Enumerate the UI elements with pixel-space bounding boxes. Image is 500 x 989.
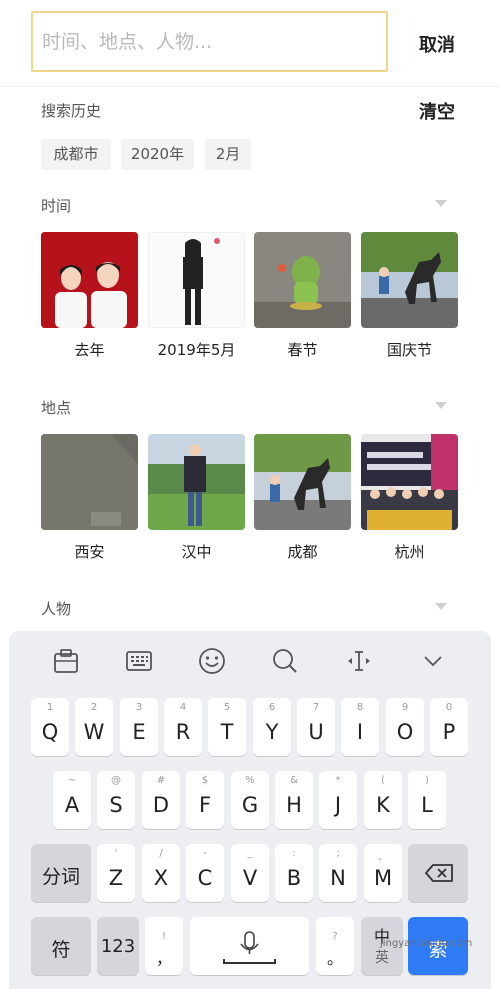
key-j[interactable]: * J <box>319 771 357 829</box>
history-chip[interactable]: 2月 <box>205 139 251 170</box>
chevron-down-icon[interactable] <box>418 646 448 676</box>
keyboard-icon[interactable] <box>124 646 154 676</box>
watermark-text: jingyan.baidu.com <box>380 938 473 949</box>
key-z[interactable]: ' Z <box>97 844 135 902</box>
time-section-title: 时间 <box>41 197 72 215</box>
key-v[interactable]: _ V <box>231 844 269 902</box>
key-p[interactable]: 0P <box>430 698 468 756</box>
comma-key[interactable]: !， <box>145 917 183 975</box>
photo-label: 汉中 <box>181 543 212 561</box>
key-l[interactable]: ) L <box>408 771 446 829</box>
key-b[interactable]: :B <box>275 844 313 902</box>
key-m[interactable]: 、 M <box>364 844 402 902</box>
clear-history-button[interactable]: 清空 <box>419 98 455 124</box>
history-title: 搜索历史 <box>41 102 102 120</box>
key-t[interactable]: 5T <box>208 698 246 756</box>
key-k[interactable]: (K <box>364 771 402 829</box>
emoji-icon[interactable] <box>197 646 227 676</box>
key-f[interactable]: $ F <box>186 771 224 829</box>
symbol-key[interactable]: 符 <box>31 917 91 975</box>
history-chip[interactable]: 成都市 <box>41 139 111 170</box>
key-q[interactable]: 1Q <box>31 698 69 756</box>
photo-label: 成都 <box>287 543 318 561</box>
key-d[interactable]: # D <box>142 771 180 829</box>
key-i[interactable]: 8I <box>341 698 379 756</box>
photo-thumbnail[interactable] <box>361 434 458 530</box>
photo-label: 杭州 <box>394 543 425 561</box>
key-u[interactable]: 7U <box>297 698 335 756</box>
key-h[interactable]: & H <box>275 771 313 829</box>
number-key[interactable]: 123 <box>97 917 139 975</box>
time-expand-caret-icon[interactable] <box>435 200 447 207</box>
period-key[interactable]: ?。 <box>316 917 354 975</box>
space-voice-key[interactable] <box>190 917 309 975</box>
people-section-title: 人物 <box>41 600 72 618</box>
key-g[interactable]: % G <box>231 771 269 829</box>
key-y[interactable]: 6Y <box>253 698 291 756</box>
key-o[interactable]: 9O <box>386 698 424 756</box>
photo-label: 春节 <box>287 341 318 359</box>
key-s[interactable]: @ S <box>97 771 135 829</box>
key-n[interactable]: ; N <box>319 844 357 902</box>
segment-key[interactable]: 分词 <box>31 844 91 902</box>
photo-thumbnail[interactable] <box>41 232 138 328</box>
clipboard-icon[interactable] <box>51 646 81 676</box>
photo-thumbnail[interactable] <box>148 434 245 530</box>
backspace-icon <box>425 864 453 882</box>
key-w[interactable]: 2W <box>75 698 113 756</box>
search-field[interactable] <box>31 11 388 72</box>
key-c[interactable]: -C <box>186 844 224 902</box>
search-icon[interactable] <box>270 646 300 676</box>
photo-label: 国庆节 <box>386 341 432 359</box>
photo-label: 2019年5月 <box>157 341 236 359</box>
place-expand-caret-icon[interactable] <box>435 402 447 409</box>
microphone-icon <box>223 931 276 964</box>
key-r[interactable]: 4R <box>164 698 202 756</box>
photo-thumbnail[interactable] <box>254 232 351 328</box>
history-chip[interactable]: 2020年 <box>121 139 194 170</box>
key-x[interactable]: / X <box>142 844 180 902</box>
cursor-icon[interactable] <box>344 646 374 676</box>
key-a[interactable]: ~ A <box>53 771 91 829</box>
photo-label: 去年 <box>74 341 105 359</box>
people-expand-caret-icon[interactable] <box>435 603 447 610</box>
header-divider <box>0 86 500 87</box>
photo-label: 西安 <box>74 543 105 561</box>
photo-thumbnail[interactable] <box>361 232 458 328</box>
photo-thumbnail[interactable] <box>148 232 245 328</box>
cancel-button[interactable]: 取消 <box>419 31 455 57</box>
photo-thumbnail[interactable] <box>41 434 138 530</box>
search-input[interactable] <box>33 13 386 70</box>
backspace-key[interactable] <box>408 844 468 902</box>
photo-thumbnail[interactable] <box>254 434 351 530</box>
place-section-title: 地点 <box>41 399 72 417</box>
key-e[interactable]: 3E <box>120 698 158 756</box>
